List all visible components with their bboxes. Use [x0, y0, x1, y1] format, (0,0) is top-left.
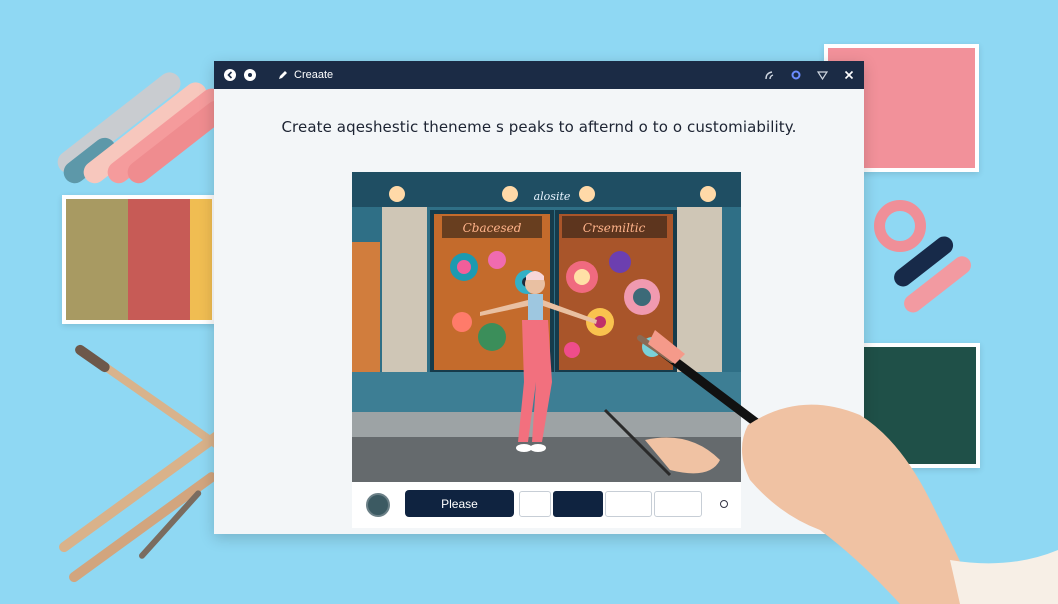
sign-top-text: alosite	[534, 190, 571, 203]
please-button[interactable]: Please	[405, 490, 514, 517]
hand-illustration	[603, 330, 1058, 604]
close-icon[interactable]	[844, 70, 854, 80]
wifi-icon[interactable]	[817, 70, 828, 80]
app-title-group: Creaate	[278, 69, 333, 81]
page-headline: Create aqeshestic theneme s peaks to aft…	[281, 118, 797, 136]
window-titlebar: Creaate	[214, 61, 864, 89]
toolbar-option-2[interactable]	[553, 491, 603, 517]
sign-right-text: Crsemiltic	[583, 221, 646, 235]
pencil-icon	[279, 71, 287, 79]
record-icon[interactable]	[244, 69, 256, 81]
paintbrush-left-1-tip	[73, 342, 112, 375]
sign-left-text: Cbacesed	[463, 221, 522, 235]
color-swatch-card-left	[62, 195, 216, 324]
titlebar-controls	[765, 70, 854, 80]
signal-icon[interactable]	[765, 70, 775, 80]
status-dot-icon[interactable]	[791, 70, 801, 80]
back-icon[interactable]	[224, 69, 236, 81]
toolbar-option-1[interactable]	[519, 491, 551, 517]
color-picker-swatch[interactable]	[366, 493, 390, 517]
window-title: Creaate	[294, 69, 334, 81]
pink-ring-shape	[874, 200, 926, 252]
